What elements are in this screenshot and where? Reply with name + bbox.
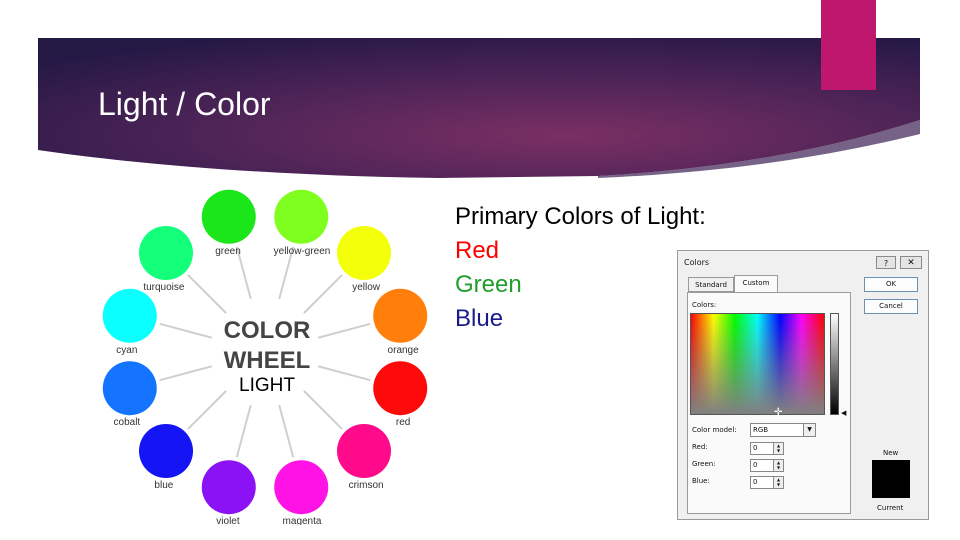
wheel-spoke [303,390,343,430]
primary-red: Red [455,237,500,264]
spinner-icon[interactable]: ▲ ▼ [773,443,783,454]
colors-label: Colors: [692,301,717,309]
red-value: 0 [753,444,758,452]
tab-standard[interactable]: Standard [688,277,734,292]
swatch-crimson [336,423,391,478]
swatch-label-violet: violet [216,516,240,525]
wheel-spoke [278,404,295,458]
slider-arrow-icon[interactable]: ◀ [841,409,846,417]
wheel-spoke [303,274,343,314]
cancel-button[interactable]: Cancel [864,299,918,314]
wheel-caption: LIGHT [239,375,295,396]
dialog-title: Colors [684,258,710,267]
swatch-magenta [274,460,329,515]
swatch-red [373,361,428,416]
color-spectrum[interactable] [690,313,825,415]
blue-label: Blue: [692,477,710,485]
swatch-label-cyan: cyan [116,345,137,356]
wheel-spoke [317,322,371,339]
ok-button[interactable]: OK [864,277,918,292]
colors-dialog: Colors ? ✕ Standard Custom Colors: ✛ ◀ C… [677,250,929,520]
wheel-heading-line2: WHEEL [224,347,311,374]
swatch-label-orange: orange [388,345,420,356]
wheel-spoke [187,390,227,430]
close-button[interactable]: ✕ [900,256,922,269]
red-input[interactable]: 0 ▲ ▼ [750,442,784,455]
swatch-cyan [102,288,157,343]
blue-value: 0 [753,478,758,486]
swatch-label-turquoise: turquoise [143,282,185,293]
swatch-label-red: red [396,417,410,428]
swatch-label-cobalt: cobalt [114,417,141,428]
swatch-label-magenta: magenta [283,516,322,525]
red-label: Red: [692,443,708,451]
current-label: Current [877,504,904,512]
swatch-turquoise [139,226,194,281]
green-label: Green: [692,460,716,468]
slide-title: Light / Color [98,86,271,122]
color-model-value: RGB [753,426,769,434]
swatch-yellow [336,226,391,281]
swatch-yellow-green [274,189,329,244]
swatch-label-yellow-green: yellow-green [274,246,331,257]
green-value: 0 [753,461,758,469]
swatch-label-yellow: yellow [352,282,381,293]
swatch-violet [201,460,256,515]
blue-input[interactable]: 0 ▲ ▼ [750,476,784,489]
color-model-label: Color model: [692,426,737,434]
new-color-swatch [872,460,910,498]
wheel-spoke [159,365,213,382]
green-input[interactable]: 0 ▲ ▼ [750,459,784,472]
primary-green: Green [455,271,522,298]
primary-heading: Primary Colors of Light: [455,203,706,230]
color-model-select[interactable]: RGB ▼ [750,423,816,437]
wheel-spoke [159,322,213,339]
wheel-spoke [235,404,252,458]
primary-blue: Blue [455,305,504,332]
color-wheel: yellow-green yellow orange red crimson magent… [100,180,430,527]
accent-bar [821,0,876,90]
crosshair-icon[interactable]: ✛ [774,407,782,418]
spinner-icon[interactable]: ▲ ▼ [773,477,783,488]
swatch-label-blue: blue [154,480,173,491]
wheel-spoke [317,365,371,382]
swatch-label-green: green [215,246,241,257]
primary-colors: Primary Colors of Light: Red Green Blue [455,200,706,336]
spinner-icon[interactable]: ▲ ▼ [773,460,783,471]
swatch-green [201,189,256,244]
swatch-orange [373,288,428,343]
wheel-spoke [187,274,227,314]
color-wheel-graphic: yellow-green yellow orange red crimson magent… [102,189,428,527]
help-button[interactable]: ? [876,256,896,269]
chevron-down-icon[interactable]: ▼ [803,424,815,436]
swatch-label-crimson: crimson [349,480,384,491]
swatch-cobalt [102,361,157,416]
new-label: New [883,449,899,457]
wheel-heading-line1: COLOR [224,317,311,344]
luminance-slider[interactable] [830,313,839,415]
swatch-blue [139,423,194,478]
tab-custom[interactable]: Custom [734,275,778,292]
